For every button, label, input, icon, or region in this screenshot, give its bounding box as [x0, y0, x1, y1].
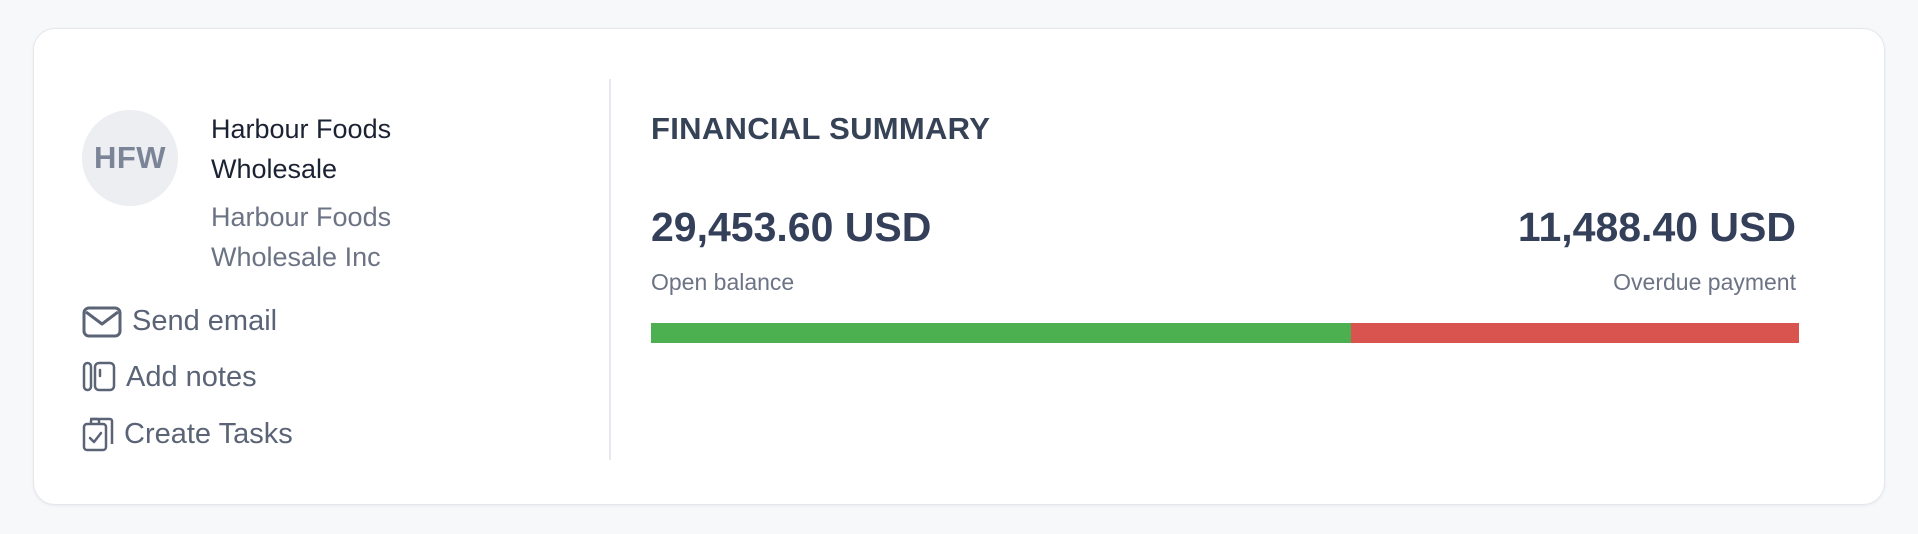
overdue-payment-segment: [1351, 323, 1799, 343]
customer-name: Harbour Foods Wholesale: [211, 114, 392, 184]
send-email-label: Send email: [132, 305, 278, 337]
open-balance-segment: [651, 323, 1352, 343]
balance-progress-bar: [651, 323, 1799, 343]
customer-summary-card: HFW Harbour Foods Wholesale Harbour Food…: [33, 28, 1885, 505]
overdue-payment-label: Overdue payment: [1613, 269, 1796, 295]
overdue-payment-amount: 11,488.40 USD: [1517, 204, 1796, 250]
avatar-initials: HFW: [93, 140, 167, 175]
open-balance-label: Open balance: [651, 269, 795, 295]
notes-icon: [82, 360, 116, 394]
mail-icon: [82, 306, 122, 338]
send-email-action[interactable]: Send email: [82, 305, 277, 338]
create-tasks-label: Create Tasks: [124, 417, 293, 450]
customer-panel: HFW Harbour Foods Wholesale Harbour Food…: [34, 29, 609, 504]
create-tasks-action[interactable]: Create Tasks: [82, 416, 293, 452]
add-notes-action[interactable]: Add notes: [82, 360, 257, 394]
financial-summary-title: FINANCIAL SUMMARY: [651, 111, 991, 146]
open-balance-amount: 29,453.60 USD: [651, 204, 932, 250]
avatar: HFW: [82, 110, 178, 206]
clipboard-check-icon: [82, 416, 114, 452]
add-notes-label: Add notes: [126, 360, 257, 393]
financial-summary-panel: FINANCIAL SUMMARY 29,453.60 USD Open bal…: [611, 29, 1884, 504]
customer-legal-name: Harbour Foods Wholesale Inc: [211, 202, 392, 272]
